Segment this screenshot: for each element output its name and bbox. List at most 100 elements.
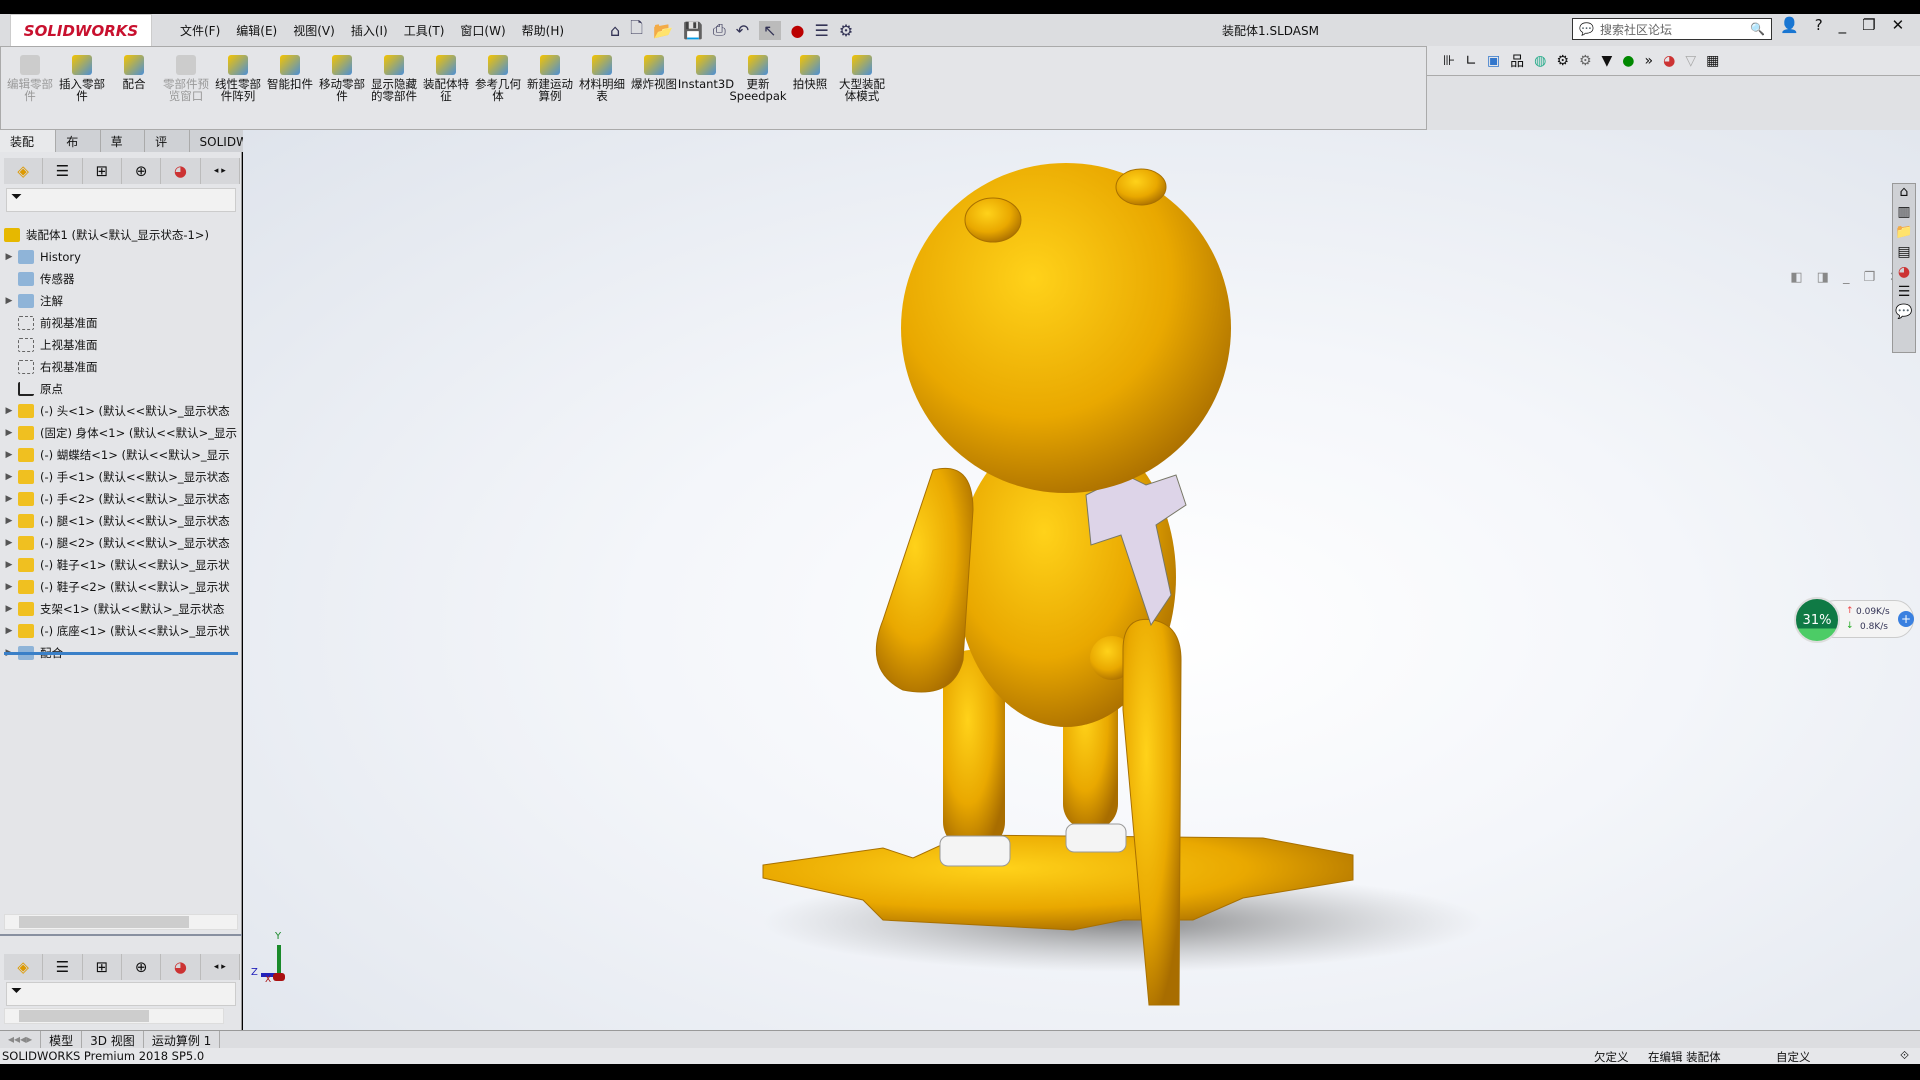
tree-item[interactable]: ▶ History (0, 246, 240, 268)
command-tab[interactable]: 评估 (145, 130, 190, 166)
select-icon[interactable]: ↖ (759, 20, 781, 40)
menu-item[interactable]: 文件(F) (180, 22, 220, 39)
file-properties-icon[interactable]: ☰ (814, 21, 828, 40)
tab-nav-arrows[interactable]: ◂◂◂▸ (0, 1031, 42, 1048)
view-palette-icon[interactable]: ▤ (1897, 244, 1910, 260)
tab-scroll-arrows[interactable]: ◂ ▸ (201, 158, 240, 184)
units-selector[interactable]: 自定义 (1776, 1049, 1811, 1065)
menu-item[interactable]: 窗口(W) (460, 22, 505, 39)
search-icon[interactable]: 🔍 (1750, 22, 1765, 36)
network-icon[interactable]: 品 (1510, 51, 1524, 71)
bottom-tab[interactable]: 模型 (41, 1031, 83, 1048)
search-input[interactable]: 💬 搜索社区论坛 🔍 (1572, 18, 1772, 40)
dimxpert-tab[interactable]: ⊕ (122, 954, 162, 980)
tab-scroll-arrows[interactable]: ◂ ▸ (201, 954, 240, 980)
tree-item[interactable]: 装配体1 (默认<默认_显示状态-1>) (4, 224, 244, 246)
solidworks-logo[interactable]: SOLIDWORKS (10, 14, 152, 48)
command-tab[interactable]: 装配体 (0, 130, 57, 166)
filter-icon[interactable]: ▽ (1685, 53, 1696, 69)
tree-item[interactable]: 传感器 (0, 268, 240, 290)
ribbon-button[interactable]: 零部件预览窗口 (161, 55, 211, 129)
ribbon-button[interactable]: 爆炸视图 (629, 55, 679, 129)
tree-item[interactable]: ▶ 注解 (0, 290, 240, 312)
ribbon-button[interactable]: 大型装配体模式 (837, 55, 887, 129)
tree-item[interactable]: ▶ (-) 底座<1> (默认<<默认>_显示状 (0, 620, 240, 642)
expand-arrow-icon[interactable]: ▶ (0, 494, 18, 504)
splitter[interactable] (0, 934, 242, 936)
save-icon[interactable]: 💾 (683, 21, 703, 40)
expand-arrow-icon[interactable]: ▶ (0, 560, 18, 570)
ribbon-button[interactable]: 编辑零部件 (5, 55, 55, 129)
appearances-icon[interactable]: ◕ (1898, 264, 1910, 280)
ribbon-button[interactable]: 插入零部件 (57, 55, 107, 129)
expand-arrow-icon[interactable]: ▶ (0, 582, 18, 592)
graphics-viewport[interactable]: ◧◨_❐✕ Y Z X (243, 130, 1920, 1032)
expand-arrow-icon[interactable]: ▶ (0, 604, 18, 614)
tree-item[interactable]: ▶ (-) 腿<2> (默认<<默认>_显示状态 (0, 532, 240, 554)
display-manager-tab[interactable]: ◕ (161, 954, 201, 980)
tree-item[interactable]: ▶ (-) 蝴蝶结<1> (默认<<默认>_显示 (0, 444, 240, 466)
expand-arrow-icon[interactable]: ▶ (0, 450, 18, 460)
settings-gear-icon[interactable]: ⚙ (1556, 53, 1569, 69)
ribbon-button[interactable]: 新建运动算例 (525, 55, 575, 129)
ribbon-button[interactable]: 更新Speedpak (729, 55, 787, 129)
expand-arrow-icon[interactable]: ▶ (0, 428, 18, 438)
design-library-icon[interactable]: ▥ (1897, 204, 1910, 220)
rebuild-icon[interactable]: ● (791, 21, 805, 40)
custom-properties-icon[interactable]: ☰ (1898, 284, 1911, 300)
ribbon-button[interactable]: 智能扣件 (265, 55, 315, 129)
feature-manager-tab[interactable]: ◈ (4, 954, 44, 980)
command-tab[interactable]: 草图 (100, 130, 146, 166)
rebuild-status-icon[interactable]: ⟐ (1900, 1048, 1909, 1063)
expand-arrow-icon[interactable]: ▶ (0, 516, 18, 526)
globe-icon[interactable]: ◍ (1534, 53, 1546, 69)
property-manager-tab[interactable]: ☰ (43, 954, 83, 980)
menu-item[interactable]: 视图(V) (293, 22, 335, 39)
expand-arrow-icon[interactable]: ▶ (0, 472, 18, 482)
horizontal-scrollbar-lower[interactable] (4, 1008, 224, 1024)
file-explorer-icon[interactable]: 📁 (1895, 224, 1912, 240)
expand-arrow-icon[interactable]: ▶ (0, 252, 18, 262)
menu-item[interactable]: 编辑(E) (236, 22, 277, 39)
property-manager-tab[interactable]: ☰ (43, 158, 83, 184)
display-manager-tab[interactable]: ◕ (161, 158, 201, 184)
home-icon[interactable]: ⌂ (1900, 184, 1909, 200)
ribbon-button[interactable]: 材料明细表 (577, 55, 627, 129)
forum-icon[interactable]: 💬 (1895, 304, 1912, 320)
tree-filter-lower[interactable]: ⏷ (6, 982, 236, 1006)
tree-item[interactable]: 原点 (0, 378, 240, 400)
network-speed-widget[interactable]: 31% 0.09K/s 0.8K/s ↑ ↓ + (1794, 597, 1916, 643)
options-gear-icon[interactable]: ⚙ (839, 21, 853, 40)
ribbon-button[interactable]: 线性零部件阵列 (213, 55, 263, 129)
tree-item[interactable]: ▶ (-) 腿<1> (默认<<默认>_显示状态 (0, 510, 240, 532)
expand-arrow-icon[interactable]: ▶ (0, 406, 18, 416)
home-icon[interactable]: ⌂ (610, 21, 620, 40)
tree-item[interactable]: 前视基准面 (0, 312, 240, 334)
tree-item[interactable]: ▶ (-) 头<1> (默认<<默认>_显示状态 (0, 400, 240, 422)
expand-icon[interactable]: » (1645, 53, 1654, 69)
expand-arrow-icon[interactable]: ▶ (0, 296, 18, 306)
close-button[interactable]: ✕ (1892, 16, 1905, 34)
help-icon[interactable]: ? (1815, 16, 1823, 34)
tree-item[interactable]: ▶ (固定) 身体<1> (默认<<默认>_显示 (0, 422, 240, 444)
command-tab[interactable]: 布局 (56, 130, 101, 166)
user-icon[interactable]: 👤 (1780, 16, 1799, 34)
restore-button[interactable]: ❐ (1862, 16, 1875, 34)
add-icon[interactable]: + (1898, 611, 1914, 627)
ribbon-button[interactable]: Instant3D (678, 55, 734, 129)
minimize-button[interactable]: _ (1839, 16, 1847, 34)
screw-icon[interactable]: ⊪ (1443, 53, 1455, 69)
pin-icon[interactable]: ● (1622, 53, 1634, 69)
ribbon-button[interactable]: 装配体特征 (421, 55, 471, 129)
tree-item[interactable]: 右视基准面 (0, 356, 240, 378)
display-icon[interactable]: ▣ (1487, 53, 1500, 69)
horizontal-scrollbar[interactable] (4, 914, 238, 930)
dimxpert-tab[interactable]: ⊕ (122, 158, 162, 184)
tree-item[interactable]: ▶ (-) 手<2> (默认<<默认>_显示状态 (0, 488, 240, 510)
ribbon-button[interactable]: 显示隐藏的零部件 (369, 55, 419, 129)
tree-item[interactable]: ▶ 支架<1> (默认<<默认>_显示状态 (0, 598, 240, 620)
ribbon-button[interactable]: 配合 (109, 55, 159, 129)
ribbon-button[interactable]: 参考几何体 (473, 55, 523, 129)
cam-icon[interactable]: ▦ (1706, 53, 1719, 69)
menu-item[interactable]: 工具(T) (404, 22, 445, 39)
